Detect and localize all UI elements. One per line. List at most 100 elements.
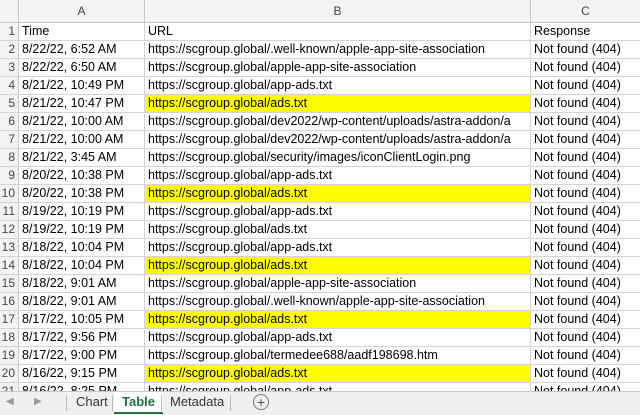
cell-url[interactable]: https://scgroup.global/dev2022/wp-conten… xyxy=(145,131,531,149)
table-row: 11 8/19/22, 10:19 PM https://scgroup.globa… xyxy=(0,203,640,221)
cell-response[interactable]: Not found (404) xyxy=(531,239,640,257)
cell-url[interactable]: https://scgroup.global/termedee688/aadf1… xyxy=(145,347,531,365)
cell-time[interactable]: 8/16/22, 8:25 PM xyxy=(19,383,145,391)
row-number[interactable]: 13 xyxy=(0,239,19,257)
row-number[interactable]: 15 xyxy=(0,275,19,293)
cell-response[interactable]: Not found (404) xyxy=(531,167,640,185)
row-number[interactable]: 6 xyxy=(0,113,19,131)
cell-url[interactable]: https://scgroup.global/ads.txt xyxy=(145,311,531,329)
row-number[interactable]: 20 xyxy=(0,365,19,383)
cell-url[interactable]: https://scgroup.global/ads.txt xyxy=(145,221,531,239)
cell-url[interactable]: https://scgroup.global/app-ads.txt xyxy=(145,239,531,257)
column-header-c[interactable]: C xyxy=(531,0,640,23)
row-number[interactable]: 8 xyxy=(0,149,19,167)
cell-time[interactable]: 8/21/22, 10:00 AM xyxy=(19,113,145,131)
row-number[interactable]: 19 xyxy=(0,347,19,365)
cell-time[interactable]: 8/18/22, 9:01 AM xyxy=(19,275,145,293)
table-row: 7 8/21/22, 10:00 AM https://scgroup.global… xyxy=(0,131,640,149)
cell-response[interactable]: Not found (404) xyxy=(531,221,640,239)
cell-response[interactable]: Not found (404) xyxy=(531,365,640,383)
cell-time[interactable]: 8/22/22, 6:52 AM xyxy=(19,41,145,59)
cell-response[interactable]: Not found (404) xyxy=(531,257,640,275)
cell-url[interactable]: https://scgroup.global/app-ads.txt xyxy=(145,383,531,391)
cell-time[interactable]: 8/20/22, 10:38 PM xyxy=(19,167,145,185)
header-cell-time[interactable]: Time xyxy=(19,23,145,41)
select-all-corner[interactable] xyxy=(0,0,19,23)
row-number[interactable]: 21 xyxy=(0,383,19,391)
cell-response[interactable]: Not found (404) xyxy=(531,59,640,77)
cell-time[interactable]: 8/20/22, 10:38 PM xyxy=(19,185,145,203)
cell-response[interactable]: Not found (404) xyxy=(531,203,640,221)
cell-time[interactable]: 8/21/22, 10:47 PM xyxy=(19,95,145,113)
cell-time[interactable]: 8/21/22, 3:45 AM xyxy=(19,149,145,167)
tab-metadata[interactable]: Metadata xyxy=(162,392,232,414)
add-sheet-button[interactable]: + xyxy=(253,394,269,410)
cell-time[interactable]: 8/21/22, 10:00 AM xyxy=(19,131,145,149)
cell-response[interactable]: Not found (404) xyxy=(531,347,640,365)
cell-time[interactable]: 8/19/22, 10:19 PM xyxy=(19,221,145,239)
table-row: 19 8/17/22, 9:00 PM https://scgroup.global… xyxy=(0,347,640,365)
row-number[interactable]: 18 xyxy=(0,329,19,347)
row-number[interactable]: 1 xyxy=(0,23,19,41)
cell-time[interactable]: 8/22/22, 6:50 AM xyxy=(19,59,145,77)
cell-url[interactable]: https://scgroup.global/ads.txt xyxy=(145,257,531,275)
cell-response[interactable]: Not found (404) xyxy=(531,113,640,131)
cell-url[interactable]: https://scgroup.global/.well-known/apple… xyxy=(145,41,531,59)
cell-response[interactable]: Not found (404) xyxy=(531,77,640,95)
row-number[interactable]: 17 xyxy=(0,311,19,329)
cell-time[interactable]: 8/21/22, 10:49 PM xyxy=(19,77,145,95)
cell-time[interactable]: 8/18/22, 9:01 AM xyxy=(19,293,145,311)
column-header-b[interactable]: B xyxy=(145,0,531,23)
cell-url[interactable]: https://scgroup.global/ads.txt xyxy=(145,95,531,113)
cell-url[interactable]: https://scgroup.global/app-ads.txt xyxy=(145,329,531,347)
cell-url[interactable]: https://scgroup.global/apple-app-site-as… xyxy=(145,275,531,293)
cell-url[interactable]: https://scgroup.global/app-ads.txt xyxy=(145,203,531,221)
scroll-tabs-left-icon[interactable]: ◀ xyxy=(6,396,14,407)
cell-response[interactable]: Not found (404) xyxy=(531,383,640,391)
table-row: 18 8/17/22, 9:56 PM https://scgroup.global… xyxy=(0,329,640,347)
cell-url[interactable]: https://scgroup.global/ads.txt xyxy=(145,365,531,383)
cell-time[interactable]: 8/18/22, 10:04 PM xyxy=(19,257,145,275)
cell-time[interactable]: 8/17/22, 9:00 PM xyxy=(19,347,145,365)
cell-response[interactable]: Not found (404) xyxy=(531,275,640,293)
cell-response[interactable]: Not found (404) xyxy=(531,131,640,149)
cell-url[interactable]: https://scgroup.global/apple-app-site-as… xyxy=(145,59,531,77)
header-cell-response[interactable]: Response xyxy=(531,23,640,41)
cell-time[interactable]: 8/18/22, 10:04 PM xyxy=(19,239,145,257)
row-number[interactable]: 11 xyxy=(0,203,19,221)
column-header-a[interactable]: A xyxy=(19,0,145,23)
cell-time[interactable]: 8/17/22, 10:05 PM xyxy=(19,311,145,329)
cell-url[interactable]: https://scgroup.global/app-ads.txt xyxy=(145,77,531,95)
row-number[interactable]: 9 xyxy=(0,167,19,185)
cell-response[interactable]: Not found (404) xyxy=(531,293,640,311)
cell-response[interactable]: Not found (404) xyxy=(531,149,640,167)
header-cell-url[interactable]: URL xyxy=(145,23,531,41)
row-number[interactable]: 2 xyxy=(0,41,19,59)
row-number[interactable]: 12 xyxy=(0,221,19,239)
row-number[interactable]: 10 xyxy=(0,185,19,203)
cell-url[interactable]: https://scgroup.global/dev2022/wp-conten… xyxy=(145,113,531,131)
cell-response[interactable]: Not found (404) xyxy=(531,329,640,347)
scroll-tabs-right-icon[interactable]: ▶ xyxy=(34,396,42,407)
cell-response[interactable]: Not found (404) xyxy=(531,185,640,203)
cell-time[interactable]: 8/16/22, 9:15 PM xyxy=(19,365,145,383)
cell-response[interactable]: Not found (404) xyxy=(531,311,640,329)
cell-time[interactable]: 8/17/22, 9:56 PM xyxy=(19,329,145,347)
cell-url[interactable]: https://scgroup.global/app-ads.txt xyxy=(145,167,531,185)
row-number[interactable]: 7 xyxy=(0,131,19,149)
cell-url[interactable]: https://scgroup.global/.well-known/apple… xyxy=(145,293,531,311)
table-row: 6 8/21/22, 10:00 AM https://scgroup.global… xyxy=(0,113,640,131)
cell-response[interactable]: Not found (404) xyxy=(531,95,640,113)
row-number[interactable]: 3 xyxy=(0,59,19,77)
cell-time[interactable]: 8/19/22, 10:19 PM xyxy=(19,203,145,221)
tab-table[interactable]: Table xyxy=(114,392,163,414)
row-number[interactable]: 4 xyxy=(0,77,19,95)
row-number[interactable]: 16 xyxy=(0,293,19,311)
row-number[interactable]: 5 xyxy=(0,95,19,113)
cell-url[interactable]: https://scgroup.global/ads.txt xyxy=(145,185,531,203)
row-number[interactable]: 14 xyxy=(0,257,19,275)
cell-url[interactable]: https://scgroup.global/security/images/i… xyxy=(145,149,531,167)
table-row: 14 8/18/22, 10:04 PM https://scgroup.globa… xyxy=(0,257,640,275)
tab-chart[interactable]: Chart xyxy=(68,392,116,414)
cell-response[interactable]: Not found (404) xyxy=(531,41,640,59)
